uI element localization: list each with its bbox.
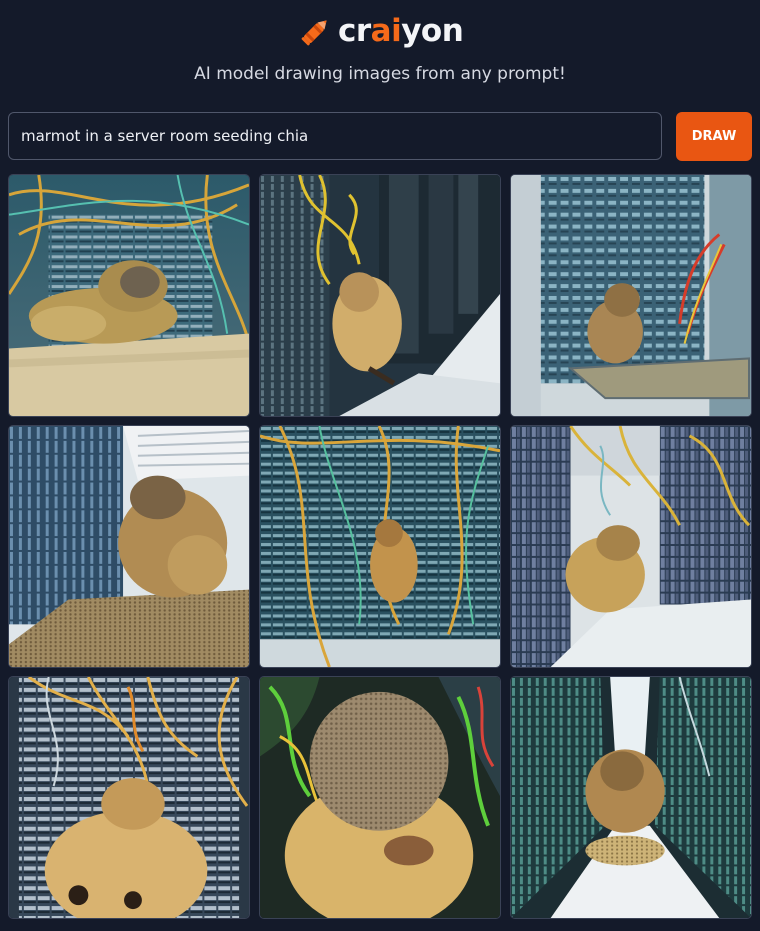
result-image-6[interactable]: [510, 425, 752, 668]
result-image-3[interactable]: [510, 174, 752, 417]
result-image-5[interactable]: [259, 425, 501, 668]
logo[interactable]: craiyon: [297, 10, 464, 52]
results-grid: [8, 174, 752, 919]
result-image-2[interactable]: [259, 174, 501, 417]
result-image-8[interactable]: [259, 676, 501, 919]
prompt-input[interactable]: [8, 112, 662, 160]
result-image-1[interactable]: [8, 174, 250, 417]
header: craiyon AI model drawing images from any…: [0, 0, 760, 110]
crayon-icon: [301, 20, 327, 46]
draw-button[interactable]: DRAW: [676, 112, 752, 161]
result-image-9[interactable]: [510, 676, 752, 919]
tagline: AI model drawing images from any prompt!: [194, 64, 566, 84]
result-image-7[interactable]: [8, 676, 250, 919]
result-image-4[interactable]: [8, 425, 250, 668]
brand-wordmark: craiyon: [338, 12, 464, 49]
